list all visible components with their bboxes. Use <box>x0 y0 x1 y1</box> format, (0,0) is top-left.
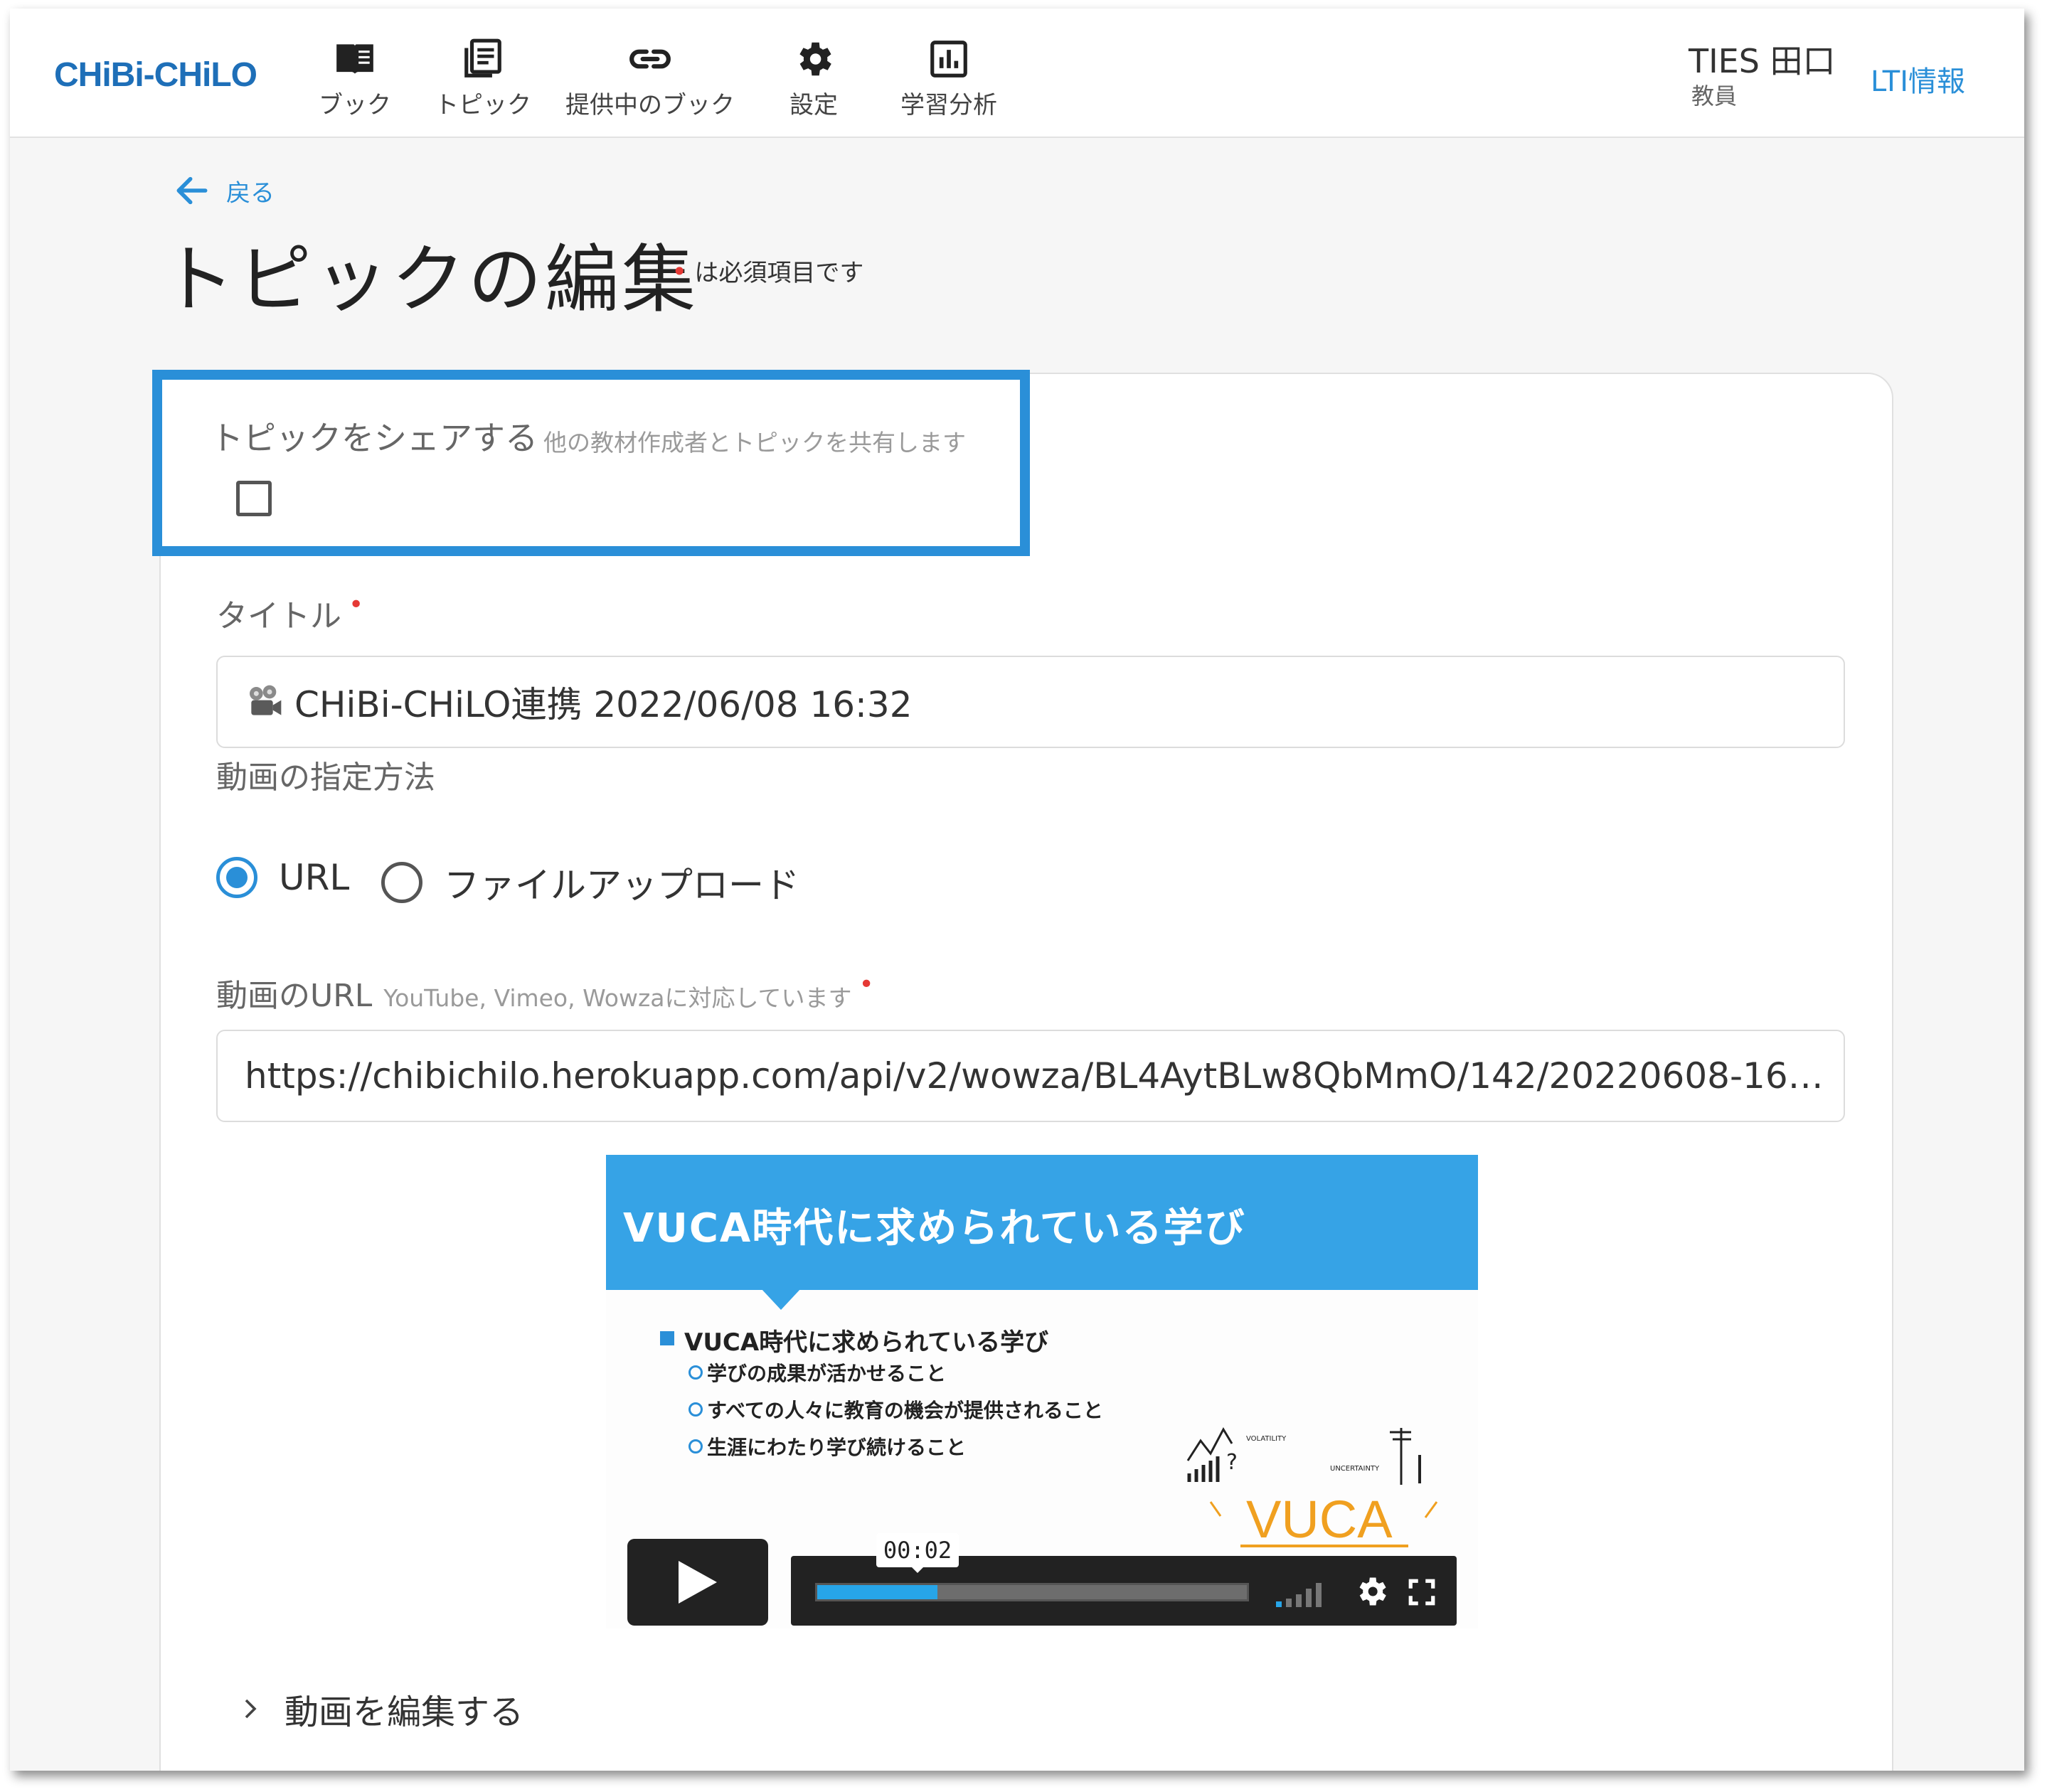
slide-sub-bullet-text: 生涯にわたり学び続けること <box>707 1436 967 1459</box>
required-note-text: は必須項目です <box>694 259 864 287</box>
nav-provided-books[interactable]: 提供中のブック <box>558 37 743 122</box>
svg-text:?: ? <box>1226 1450 1238 1475</box>
nav-books[interactable]: ブック <box>309 37 401 122</box>
radio-file-upload-indicator <box>381 862 422 903</box>
radio-url[interactable]: URL <box>216 857 349 898</box>
video-player[interactable]: VUCA時代に求められている学び VUCA時代に求められている学び 学びの成果が… <box>606 1155 1478 1628</box>
ring-bullet-icon <box>688 1402 703 1417</box>
video-url-label: 動画のURL YouTube, Vimeo, Wowzaに対応しています • <box>216 970 874 1015</box>
title-field-label: タイトル • <box>216 590 363 636</box>
ring-bullet-icon <box>688 1439 703 1454</box>
app-header: CHiBi-CHiLO ブック トピック 提供中のブック 設定 学習分析 TIE… <box>10 9 2024 138</box>
slide-sub-bullet: すべての人々に教育の機会が提供されること <box>688 1395 1103 1424</box>
book-icon <box>336 44 373 74</box>
seek-bar[interactable] <box>815 1583 1249 1601</box>
volatility-label: VOLATILITY <box>1246 1435 1287 1443</box>
nav-settings-label: 設定 <box>789 91 838 119</box>
nav-topics[interactable]: トピック <box>426 37 540 122</box>
user-role: 教員 <box>1691 82 1738 110</box>
settings-gear-icon[interactable] <box>1353 1573 1390 1610</box>
radio-url-indicator <box>216 857 257 898</box>
arrow-left-icon <box>176 176 208 205</box>
slide-banner-pointer <box>761 1289 801 1310</box>
link-icon <box>629 49 671 69</box>
slide-heading: VUCA時代に求められている学び <box>623 1205 1246 1252</box>
nav-topics-label: トピック <box>435 91 531 119</box>
share-topic-hint: 他の教材作成者とトピックを共有します <box>543 429 966 457</box>
nav-analytics-label: 学習分析 <box>900 91 997 119</box>
nav-settings[interactable]: 設定 <box>778 37 849 122</box>
user-name[interactable]: TIES 田口 <box>1689 36 1836 82</box>
nav-books-label: ブック <box>319 91 391 119</box>
video-method-label: 動画の指定方法 <box>216 759 435 796</box>
slide-sub-bullet-text: 学びの成果が活かせること <box>707 1362 947 1385</box>
lti-info-link[interactable]: LTI情報 <box>1871 58 1965 100</box>
radio-url-label: URL <box>279 857 350 898</box>
vuca-underline <box>1240 1545 1408 1547</box>
required-mark: • <box>671 256 688 287</box>
edit-video-toggle[interactable]: 動画を編集する <box>238 1684 523 1734</box>
nav-analytics[interactable]: 学習分析 <box>888 37 1009 122</box>
title-input[interactable]: CHiBi-CHiLO連携 2022/06/08 16:32 <box>216 656 1845 748</box>
edit-video-label: 動画を編集する <box>285 1692 524 1732</box>
app-window: CHiBi-CHiLO ブック トピック 提供中のブック 設定 学習分析 TIE… <box>10 9 2024 1771</box>
slide-sub-bullet: 学びの成果が活かせること <box>688 1358 946 1387</box>
topic-list-icon <box>464 38 501 78</box>
seek-bar-progress <box>817 1585 938 1599</box>
radio-file-upload[interactable]: ファイルアップロード <box>381 857 799 908</box>
play-button[interactable] <box>627 1539 768 1626</box>
current-time-tooltip: 00:02 <box>876 1533 959 1567</box>
back-label: 戻る <box>226 178 275 208</box>
slide-bullet: VUCA時代に求められている学び <box>684 1328 1049 1357</box>
video-url-value: https://chibichilo.herokuapp.com/api/v2/… <box>245 1055 1824 1097</box>
chevron-right-icon <box>245 1699 257 1719</box>
play-icon <box>679 1561 717 1604</box>
video-url-hint: YouTube, Vimeo, Wowzaに対応しています <box>383 984 852 1012</box>
app-logo[interactable]: CHiBi-CHiLO <box>54 55 257 95</box>
share-highlight-box <box>152 370 1030 556</box>
fullscreen-icon[interactable] <box>1407 1577 1437 1607</box>
time-tooltip-pointer <box>910 1566 925 1573</box>
page-title: トピックの編集 <box>161 236 699 323</box>
slide-sub-bullet: 生涯にわたり学び続けること <box>688 1432 966 1461</box>
required-note: • は必須項目です <box>671 253 863 288</box>
title-label-text: タイトル <box>216 598 341 634</box>
required-mark: • <box>349 590 364 619</box>
required-mark: • <box>858 970 874 999</box>
back-link[interactable]: 戻る <box>172 171 275 210</box>
radio-file-upload-label: ファイルアップロード <box>444 865 799 906</box>
nav-provided-books-label: 提供中のブック <box>565 91 735 119</box>
ring-bullet-icon <box>688 1365 703 1380</box>
video-url-label-text: 動画のURL <box>216 978 373 1014</box>
movie-camera-icon <box>250 685 282 715</box>
slide-bullet-marker <box>660 1331 674 1345</box>
video-url-input[interactable]: https://chibichilo.herokuapp.com/api/v2/… <box>216 1030 1845 1122</box>
gear-icon <box>799 42 831 76</box>
share-topic-checkbox[interactable] <box>236 481 272 516</box>
uncertainty-label: UNCERTAINTY <box>1330 1465 1380 1473</box>
share-topic-label: トピックをシェアする <box>211 419 538 457</box>
title-input-value: CHiBi-CHiLO連携 2022/06/08 16:32 <box>294 684 913 725</box>
analytics-icon <box>930 41 967 78</box>
volume-icon[interactable] <box>1275 1577 1331 1609</box>
slide-sub-bullet-text: すべての人々に教育の機会が提供されること <box>707 1399 1103 1422</box>
vuca-word: VUCA <box>1246 1490 1393 1549</box>
